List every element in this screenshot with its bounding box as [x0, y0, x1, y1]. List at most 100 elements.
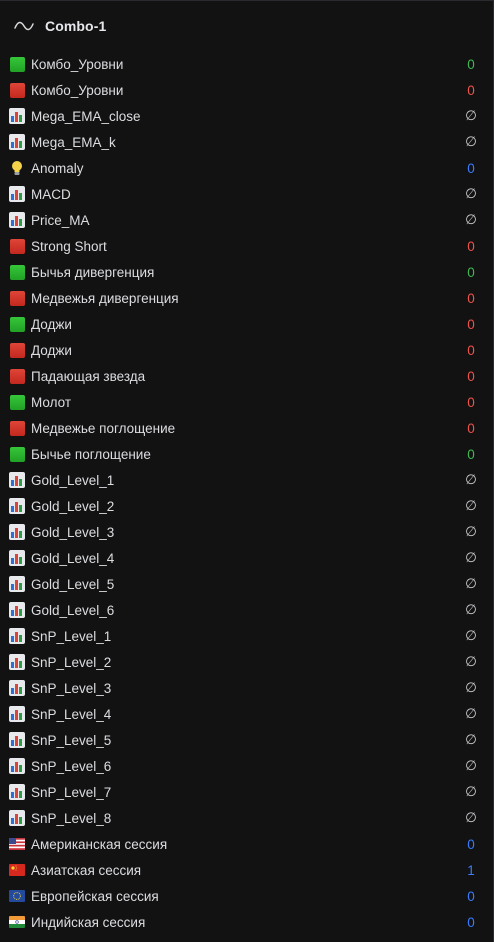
- red-square-icon: [9, 82, 25, 98]
- indicator-label: Доджи: [31, 316, 72, 332]
- indicator-label: MACD: [31, 186, 71, 202]
- indicator-value: 0: [467, 290, 475, 306]
- indicator-value: ∅: [465, 602, 477, 617]
- indicator-value: ∅: [465, 134, 477, 149]
- bar-chart-icon: [9, 134, 25, 150]
- indicator-label: Индийская сессия: [31, 914, 146, 930]
- indicator-label: Бычья дивергенция: [31, 264, 155, 280]
- indicator-row[interactable]: SnP_Level_1 ∅: [0, 623, 493, 649]
- indicator-value: 0: [467, 446, 475, 462]
- indicator-label: Азиатская сессия: [31, 862, 142, 878]
- indicator-label: Gold_Level_5: [31, 576, 115, 592]
- bar-chart-icon: [9, 810, 25, 826]
- bar-chart-icon: [9, 680, 25, 696]
- indicator-value: ∅: [465, 212, 477, 227]
- china-flag-icon: [9, 862, 25, 878]
- indicator-value: 0: [467, 420, 475, 436]
- indicator-value: ∅: [465, 654, 477, 669]
- indicator-value: 0: [467, 394, 475, 410]
- indicator-row[interactable]: Gold_Level_2 ∅: [0, 493, 493, 519]
- green-square-icon: [9, 264, 25, 280]
- bar-chart-icon: [9, 576, 25, 592]
- indicator-row[interactable]: Комбо_Уровни 0: [0, 77, 493, 103]
- indicator-label: Медвежья дивергенция: [31, 290, 179, 306]
- us-flag-icon: [9, 836, 25, 852]
- indicator-value: ∅: [465, 108, 477, 123]
- indicator-row[interactable]: Gold_Level_4 ∅: [0, 545, 493, 571]
- red-square-icon: [9, 290, 25, 306]
- indicator-value: ∅: [465, 758, 477, 773]
- indicator-label: SnP_Level_7: [31, 784, 112, 800]
- indicator-value: ∅: [465, 680, 477, 695]
- bar-chart-icon: [9, 212, 25, 228]
- eu-flag-icon: [9, 888, 25, 904]
- indicator-value: 0: [467, 82, 475, 98]
- indicator-row[interactable]: Азиатская сессия 1: [0, 857, 493, 883]
- indicator-row[interactable]: Strong Short 0: [0, 233, 493, 259]
- indicator-row[interactable]: Падающая звезда 0: [0, 363, 493, 389]
- indicator-row[interactable]: SnP_Level_8 ∅: [0, 805, 493, 831]
- indicator-value: 1: [467, 862, 475, 878]
- indicator-row[interactable]: Доджи 0: [0, 311, 493, 337]
- indicator-row[interactable]: MACD ∅: [0, 181, 493, 207]
- indicator-row[interactable]: Бычье поглощение 0: [0, 441, 493, 467]
- indicator-row[interactable]: Медвежья дивергенция 0: [0, 285, 493, 311]
- indicator-label: Mega_EMA_close: [31, 108, 141, 124]
- indicator-row[interactable]: Комбо_Уровни 0: [0, 51, 493, 77]
- red-square-icon: [9, 342, 25, 358]
- bar-chart-icon: [9, 628, 25, 644]
- indicator-row[interactable]: SnP_Level_2 ∅: [0, 649, 493, 675]
- indicator-row[interactable]: Европейская сессия 0: [0, 883, 493, 909]
- indicator-label: Gold_Level_3: [31, 524, 115, 540]
- bar-chart-icon: [9, 186, 25, 202]
- panel-title: Combo-1: [45, 18, 107, 34]
- bar-chart-icon: [9, 758, 25, 774]
- indicator-label: Комбо_Уровни: [31, 56, 124, 72]
- indicator-row[interactable]: Медвежье поглощение 0: [0, 415, 493, 441]
- indicator-label: SnP_Level_3: [31, 680, 112, 696]
- indicator-label: Strong Short: [31, 238, 107, 254]
- indicator-label: SnP_Level_6: [31, 758, 112, 774]
- indicator-row[interactable]: SnP_Level_3 ∅: [0, 675, 493, 701]
- indicator-label: Бычье поглощение: [31, 446, 151, 462]
- bar-chart-icon: [9, 706, 25, 722]
- indicator-value: ∅: [465, 732, 477, 747]
- indicator-row[interactable]: Бычья дивергенция 0: [0, 259, 493, 285]
- indicator-row[interactable]: Anomaly 0: [0, 155, 493, 181]
- indicator-value: ∅: [465, 706, 477, 721]
- indicator-row[interactable]: Gold_Level_6 ∅: [0, 597, 493, 623]
- indicator-label: SnP_Level_8: [31, 810, 112, 826]
- indicator-row[interactable]: Gold_Level_1 ∅: [0, 467, 493, 493]
- indicator-row[interactable]: SnP_Level_5 ∅: [0, 727, 493, 753]
- indicator-row[interactable]: Молот 0: [0, 389, 493, 415]
- indicator-label: SnP_Level_2: [31, 654, 112, 670]
- indicator-value: ∅: [465, 628, 477, 643]
- indicator-row[interactable]: SnP_Level_7 ∅: [0, 779, 493, 805]
- bar-chart-icon: [9, 654, 25, 670]
- indicator-label: Доджи: [31, 342, 72, 358]
- indicator-value: 0: [467, 914, 475, 930]
- indicator-value: 0: [467, 888, 475, 904]
- green-square-icon: [9, 394, 25, 410]
- indicator-row[interactable]: Gold_Level_5 ∅: [0, 571, 493, 597]
- indicator-row[interactable]: SnP_Level_6 ∅: [0, 753, 493, 779]
- indicator-row[interactable]: Mega_EMA_k ∅: [0, 129, 493, 155]
- indicator-label: SnP_Level_4: [31, 706, 112, 722]
- panel-header[interactable]: Combo-1: [0, 1, 493, 51]
- indicator-value: ∅: [465, 810, 477, 825]
- indicator-value: ∅: [465, 186, 477, 201]
- indicator-value: 0: [467, 316, 475, 332]
- indicator-row[interactable]: Доджи 0: [0, 337, 493, 363]
- indicator-label: Price_MA: [31, 212, 90, 228]
- indicator-label: Gold_Level_4: [31, 550, 115, 566]
- indicator-row[interactable]: Mega_EMA_close ∅: [0, 103, 493, 129]
- bar-chart-icon: [9, 498, 25, 514]
- indicator-row[interactable]: Американская сессия 0: [0, 831, 493, 857]
- indicator-row[interactable]: SnP_Level_4 ∅: [0, 701, 493, 727]
- indicator-value: 0: [467, 264, 475, 280]
- indicator-row[interactable]: Индийская сессия 0: [0, 909, 493, 935]
- indicator-label: SnP_Level_1: [31, 628, 112, 644]
- indicator-row[interactable]: Price_MA ∅: [0, 207, 493, 233]
- indicator-row[interactable]: Gold_Level_3 ∅: [0, 519, 493, 545]
- red-square-icon: [9, 420, 25, 436]
